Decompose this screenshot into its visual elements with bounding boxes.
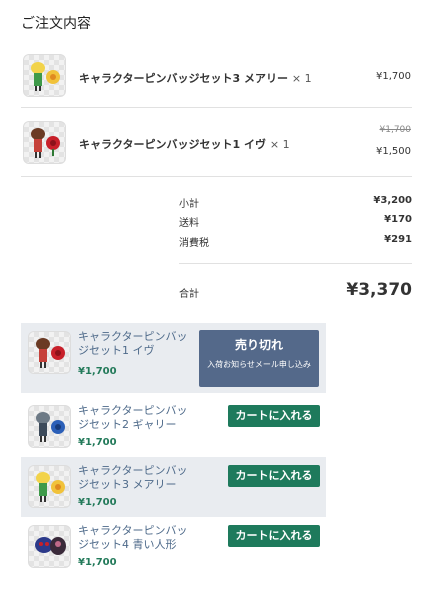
- total-label: 合計: [179, 289, 199, 300]
- recommendation-name[interactable]: キャラクターピンバッジセット2 ギャリー: [78, 404, 198, 432]
- shipping-label: 送料: [179, 218, 199, 229]
- recommendation-name[interactable]: キャラクターピンバッジセット4 青い人形: [78, 524, 198, 552]
- pin-badge-mary-thumbnail[interactable]: [28, 465, 71, 508]
- add-to-cart-button[interactable]: カートに入れる: [228, 465, 320, 487]
- recommendation-item: キャラクターピンバッジセット1 イヴ ¥1,700 売り切れ 入荷お知らせメール…: [21, 323, 326, 393]
- add-to-cart-button[interactable]: カートに入れる: [228, 405, 320, 427]
- order-summary-title: ご注文内容: [21, 16, 91, 32]
- sold-out-button[interactable]: 売り切れ 入荷お知らせメール申し込み: [199, 330, 319, 387]
- restock-notify-label[interactable]: 入荷お知らせメール申し込み: [199, 359, 319, 371]
- recommendation-price: ¥1,700: [78, 437, 117, 448]
- recommendation-price: ¥1,700: [78, 557, 117, 568]
- order-item-qty: × 1: [291, 72, 312, 85]
- order-item-qty: × 1: [269, 138, 290, 151]
- totals-divider: [179, 263, 412, 264]
- pin-badge-mary-thumbnail: [23, 54, 66, 97]
- pin-badge-ib-thumbnail: [23, 121, 66, 164]
- tax-value: ¥291: [384, 234, 412, 245]
- add-to-cart-button[interactable]: カートに入れる: [228, 525, 320, 547]
- recommendation-price: ¥1,700: [78, 366, 117, 377]
- order-line-item: キャラクターピンバッジセット3 メアリー × 1 ¥1,700: [21, 46, 412, 108]
- pin-badge-blue-doll-thumbnail[interactable]: [28, 525, 71, 568]
- order-item-price: ¥1,700: [376, 71, 411, 82]
- pin-badge-ib-thumbnail[interactable]: [28, 331, 71, 374]
- recommendation-name[interactable]: キャラクターピンバッジセット3 メアリー: [78, 464, 198, 492]
- order-item-original-price: ¥1,700: [379, 125, 412, 135]
- recommendation-item: キャラクターピンバッジセット4 青い人形 ¥1,700 カートに入れる: [21, 517, 326, 577]
- order-item-name: キャラクターピンバッジセット3 メアリー × 1: [79, 72, 312, 85]
- total-value: ¥3,370: [346, 280, 412, 300]
- shipping-value: ¥170: [384, 214, 412, 225]
- recommendation-price: ¥1,700: [78, 497, 117, 508]
- sold-out-label: 売り切れ: [234, 338, 283, 352]
- recommendation-item: キャラクターピンバッジセット3 メアリー ¥1,700 カートに入れる: [21, 457, 326, 517]
- order-line-item: キャラクターピンバッジセット1 イヴ × 1 ¥1,700 ¥1,500: [21, 113, 412, 177]
- subtotal-label: 小計: [179, 199, 199, 210]
- subtotal-value: ¥3,200: [373, 195, 412, 206]
- recommendation-name[interactable]: キャラクターピンバッジセット1 イヴ: [78, 330, 198, 358]
- pin-badge-garry-thumbnail[interactable]: [28, 405, 71, 448]
- recommendation-item: キャラクターピンバッジセット2 ギャリー ¥1,700 カートに入れる: [21, 397, 326, 457]
- tax-label: 消費税: [179, 238, 209, 249]
- order-item-price: ¥1,500: [376, 146, 411, 157]
- order-item-name: キャラクターピンバッジセット1 イヴ × 1: [79, 138, 290, 151]
